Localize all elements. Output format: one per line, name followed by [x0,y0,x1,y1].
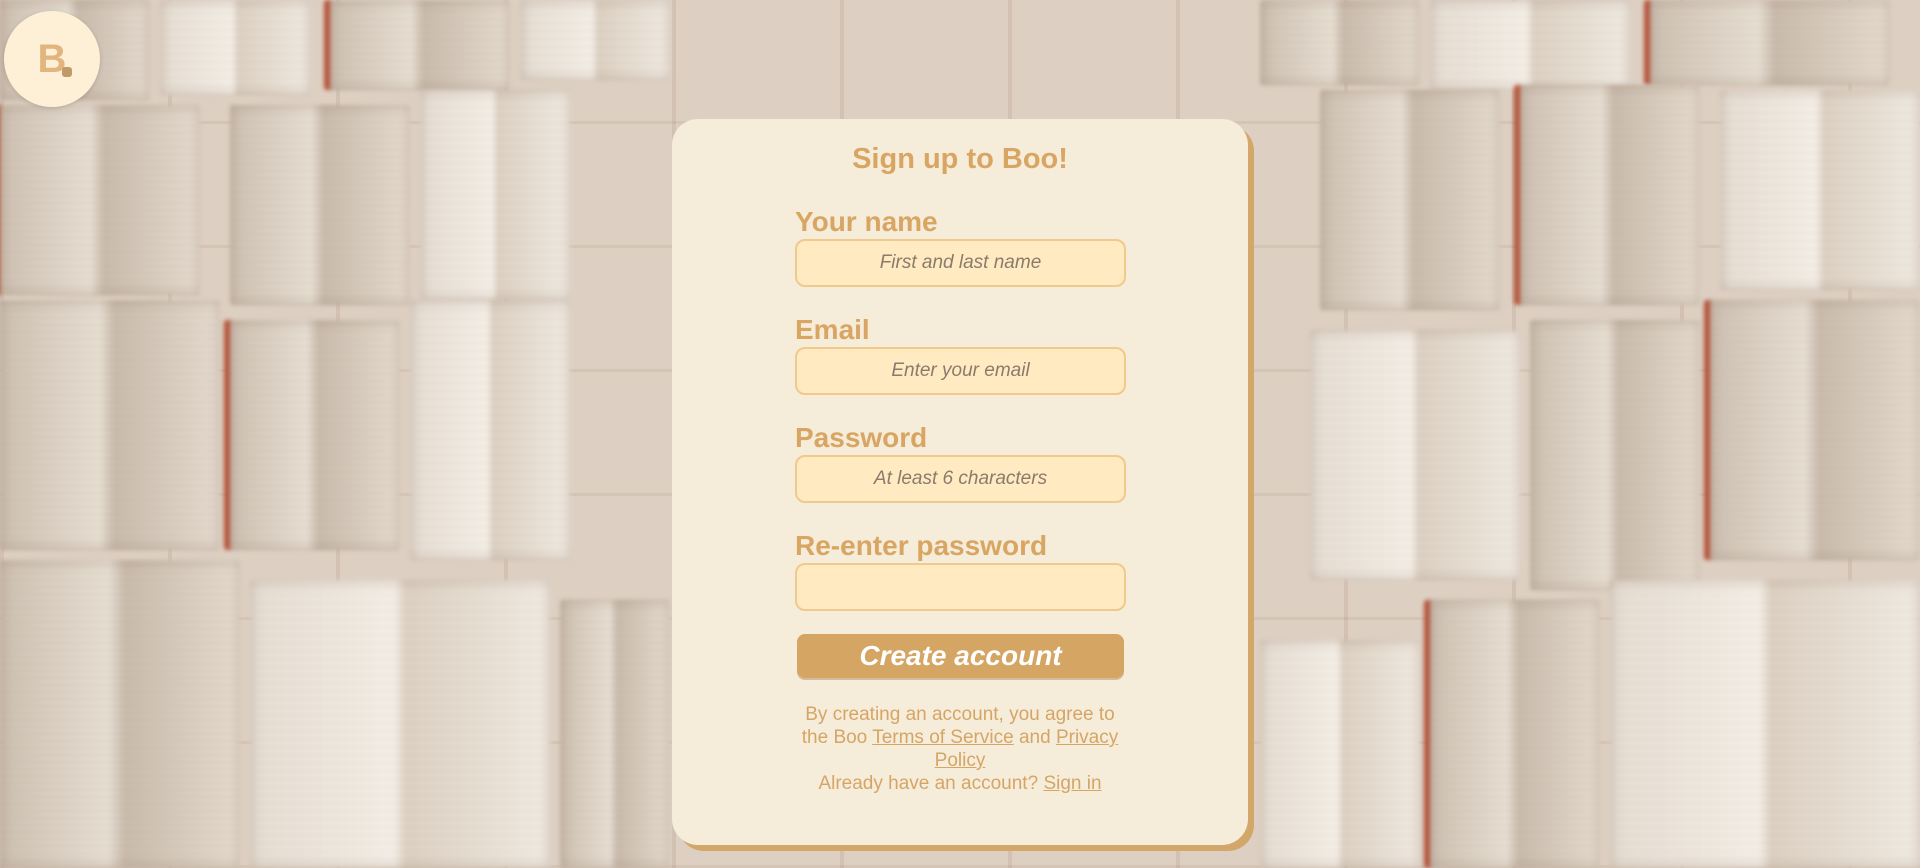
signup-form: Your name Email Password Re-enter passwo… [795,205,1126,637]
password-input[interactable] [795,455,1126,503]
signup-card: Sign up to Boo! Your name Email Password… [672,119,1248,845]
password-label: Password [795,422,928,453]
confirm-password-field-group: Re-enter password [795,529,1126,611]
email-input[interactable] [795,347,1126,395]
password-field-group: Password [795,421,1126,503]
email-field-group: Email [795,313,1126,395]
signin-prompt: Already have an account? [818,773,1039,794]
confirm-password-label: Re-enter password [795,530,1048,561]
name-input[interactable] [795,239,1126,287]
bookmark-icon [62,67,73,77]
email-label: Email [795,314,870,345]
legal-notice: By creating an account, you agree to the… [790,703,1130,795]
page-title: Sign up to Boo! [852,143,1068,175]
home-logo-button[interactable]: B [4,11,100,107]
name-label: Your name [795,206,938,237]
confirm-password-input[interactable] [795,563,1126,611]
name-field-group: Your name [795,205,1126,287]
create-account-button[interactable]: Create account [797,634,1124,678]
sign-in-link[interactable]: Sign in [1043,773,1101,794]
logo-icon: B [38,39,73,79]
legal-and: and [1018,727,1051,748]
terms-of-service-link[interactable]: Terms of Service [872,727,1013,748]
